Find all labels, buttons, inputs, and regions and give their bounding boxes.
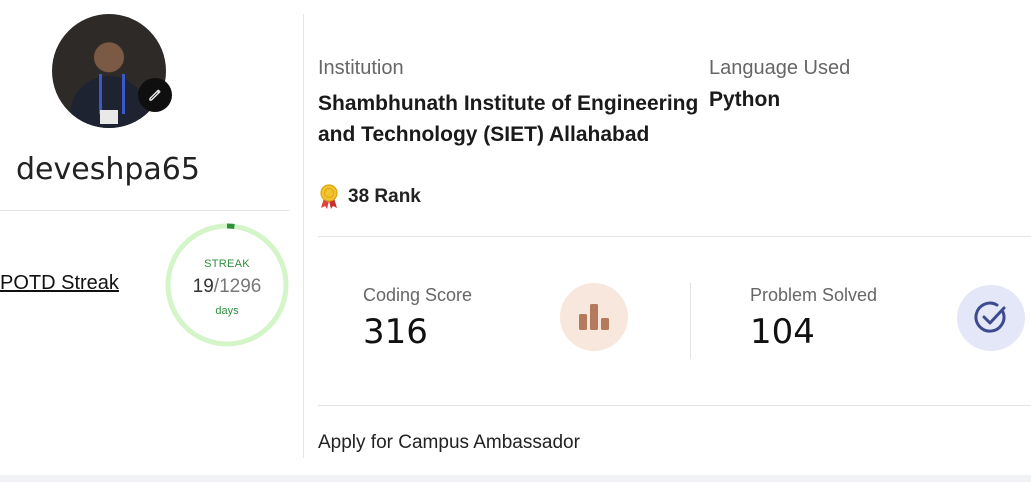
check-circle-icon [974, 301, 1006, 333]
problems-solved-value: 104 [750, 312, 815, 352]
institution-label: Institution [318, 57, 404, 79]
coding-score-value: 316 [363, 312, 428, 352]
institution-name: Shambhunath Institute of Engineering and… [318, 92, 699, 146]
rank-value: 38 Rank [348, 186, 421, 207]
avatar-id-card [100, 110, 118, 124]
streak-current: 19 [192, 276, 214, 297]
rank: 38 Rank [318, 184, 421, 210]
streak-total: /1296 [213, 276, 262, 297]
coding-score-badge [560, 283, 628, 351]
page-bottom-bar [0, 475, 1031, 482]
profile-sidebar: deveshpa65 POTD Streak STREAK 19/1296 da… [0, 0, 303, 460]
stats-divider [690, 283, 691, 359]
avatar-container [52, 14, 172, 128]
divider [0, 210, 289, 211]
edit-avatar-button[interactable] [138, 78, 172, 112]
bar-chart-icon [579, 304, 609, 330]
streak-label: STREAK [204, 258, 250, 270]
streak-summary: STREAK 19/1296 days [163, 221, 291, 349]
coding-score-label: Coding Score [363, 285, 473, 305]
problems-solved-badge [957, 285, 1025, 351]
avatar-lanyard [99, 74, 125, 114]
problems-solved-label: Problem Solved [750, 285, 878, 305]
language-value: Python [709, 88, 781, 111]
username: deveshpa65 [16, 152, 200, 187]
language-label: Language Used [709, 57, 851, 79]
divider [318, 405, 1031, 406]
pencil-icon [149, 89, 161, 101]
campus-ambassador-link[interactable]: Apply for Campus Ambassador [318, 432, 580, 454]
potd-streak-link[interactable]: POTD Streak [0, 272, 119, 295]
streak-unit: days [215, 305, 239, 317]
divider [318, 236, 1031, 237]
streak-count: 19/1296 [163, 276, 291, 298]
column-divider [303, 14, 304, 458]
medal-icon [320, 184, 338, 209]
